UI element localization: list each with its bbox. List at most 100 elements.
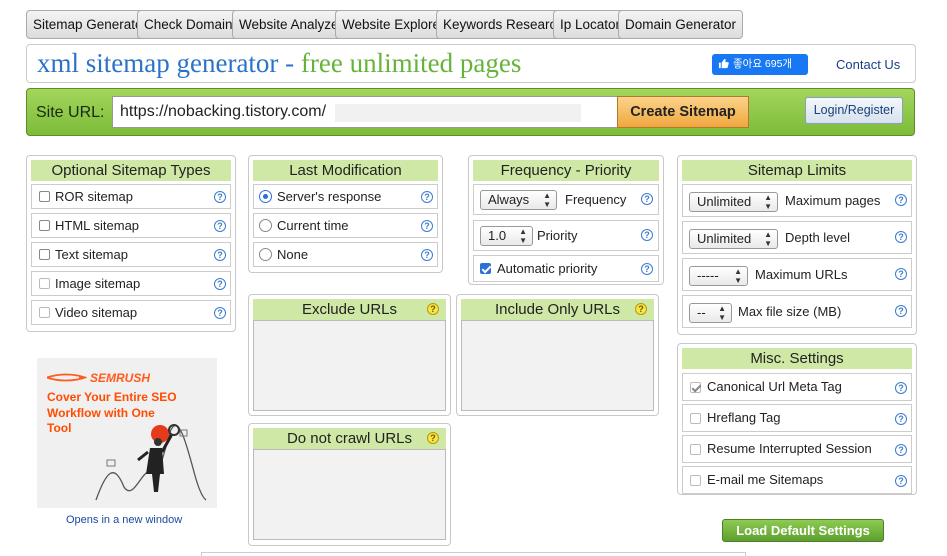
help-icon[interactable]: ? [641, 263, 653, 275]
help-icon[interactable]: ? [214, 191, 226, 203]
image-checkbox[interactable] [39, 278, 50, 289]
exclude-urls-textarea[interactable] [253, 320, 446, 411]
help-icon[interactable]: ? [214, 220, 226, 232]
help-icon[interactable]: ? [895, 382, 907, 394]
server-response-label: Server's response [277, 189, 382, 204]
html-checkbox[interactable] [39, 220, 50, 231]
max-pages-select[interactable]: Unlimited ▲ ▼ [689, 192, 778, 212]
misc-settings-title: Misc. Settings [682, 348, 912, 369]
misc-resume-session[interactable]: Resume Interrupted Session ? [682, 435, 912, 463]
lastmod-server-response[interactable]: Server's response ? [253, 184, 438, 209]
include-only-urls-textarea[interactable] [461, 320, 654, 411]
automatic-priority-row[interactable]: Automatic priority ? [473, 255, 659, 282]
help-icon[interactable]: ? [214, 278, 226, 290]
priority-select[interactable]: 1.0 ▲ ▼ [480, 226, 533, 246]
load-default-settings-button[interactable]: Load Default Settings [722, 519, 884, 542]
create-sitemap-button[interactable]: Create Sitemap [617, 96, 749, 128]
none-radio[interactable] [259, 248, 272, 261]
option-ror-sitemap[interactable]: ROR sitemap ? [31, 184, 231, 209]
tab-check-domains[interactable]: Check Domains [137, 10, 247, 39]
help-icon[interactable]: ? [895, 194, 907, 206]
email-checkbox[interactable] [690, 475, 701, 486]
max-urls-label: Maximum URLs [755, 267, 848, 282]
server-response-radio[interactable] [259, 190, 272, 203]
html-label: HTML sitemap [55, 218, 140, 233]
updown-arrow-icon: ▲ ▼ [764, 193, 772, 211]
frequency-label: Frequency [565, 192, 627, 207]
hreflang-checkbox[interactable] [690, 413, 701, 424]
seo-illustration [95, 424, 207, 501]
optional-types-title: Optional Sitemap Types [31, 160, 231, 181]
max-urls-select[interactable]: ----- ▲ ▼ [689, 266, 748, 286]
site-url-input[interactable]: https://nobacking.tistory.com/ [112, 96, 618, 128]
tab-website-analyzer[interactable]: Website Analyzer [232, 10, 351, 39]
help-icon[interactable]: ? [421, 249, 433, 261]
tab-ip-locator[interactable]: Ip Locator [553, 10, 628, 39]
ror-checkbox[interactable] [39, 191, 50, 202]
last-modification-title: Last Modification [253, 160, 438, 181]
do-not-crawl-title: Do not crawl URLs ? [253, 428, 446, 449]
help-icon[interactable]: ? [214, 249, 226, 261]
max-file-size-select[interactable]: -- ▲ ▼ [689, 303, 732, 323]
frequency-select[interactable]: Always ▲ ▼ [480, 190, 557, 210]
help-icon[interactable]: ? [427, 432, 439, 444]
help-icon[interactable]: ? [635, 303, 647, 315]
help-icon[interactable]: ? [641, 193, 653, 205]
help-icon[interactable]: ? [214, 307, 226, 319]
option-video-sitemap[interactable]: Video sitemap ? [31, 300, 231, 325]
do-not-crawl-textarea[interactable] [253, 449, 446, 540]
tab-domain-generator[interactable]: Domain Generator [618, 10, 744, 39]
current-time-radio[interactable] [259, 219, 272, 232]
help-icon[interactable]: ? [895, 305, 907, 317]
help-icon[interactable]: ? [421, 220, 433, 232]
automatic-priority-checkbox[interactable] [480, 263, 491, 274]
option-image-sitemap[interactable]: Image sitemap ? [31, 271, 231, 296]
exclude-urls-title: Exclude URLs ? [253, 299, 446, 320]
help-icon[interactable]: ? [895, 413, 907, 425]
none-label: None [277, 247, 309, 262]
ad-open-window-link[interactable]: Opens in a new window [66, 514, 182, 526]
exclude-urls-label: Exclude URLs [301, 301, 398, 318]
misc-email-sitemaps[interactable]: E-mail me Sitemaps ? [682, 466, 912, 494]
help-icon[interactable]: ? [895, 268, 907, 280]
contact-us-link[interactable]: Contact Us [836, 57, 900, 72]
lastmod-none[interactable]: None ? [253, 242, 438, 267]
text-checkbox[interactable] [39, 249, 50, 260]
lastmod-current-time[interactable]: Current time ? [253, 213, 438, 238]
text-label: Text sitemap [55, 247, 128, 262]
tab-sitemap-generator[interactable]: Sitemap Generator [26, 10, 155, 39]
video-checkbox[interactable] [39, 307, 50, 318]
canonical-checkbox[interactable] [690, 382, 701, 393]
bottom-panel-edge [201, 552, 746, 556]
help-icon[interactable]: ? [895, 475, 907, 487]
help-icon[interactable]: ? [427, 303, 439, 315]
max-urls-row: ----- ▲ ▼ Maximum URLs ? [682, 258, 912, 291]
login-register-button[interactable]: Login/Register [805, 97, 903, 124]
sitemap-limits-title: Sitemap Limits [682, 160, 912, 181]
help-icon[interactable]: ? [895, 444, 907, 456]
option-html-sitemap[interactable]: HTML sitemap ? [31, 213, 231, 238]
misc-hreflang[interactable]: Hreflang Tag ? [682, 404, 912, 432]
updown-arrow-icon: ▲ ▼ [734, 267, 742, 285]
priority-label: Priority [537, 228, 578, 243]
option-text-sitemap[interactable]: Text sitemap ? [31, 242, 231, 267]
thumbs-up-icon [718, 56, 729, 77]
video-label: Video sitemap [55, 305, 138, 320]
help-icon[interactable]: ? [421, 191, 433, 203]
misc-canonical-url[interactable]: Canonical Url Meta Tag ? [682, 373, 912, 401]
frequency-priority-title: Frequency - Priority [473, 160, 659, 181]
resume-checkbox[interactable] [690, 444, 701, 455]
depth-level-value: Unlimited [697, 231, 752, 246]
page-title: xml sitemap generator - free unlimited p… [37, 48, 521, 79]
tab-keywords-research[interactable]: Keywords Research [436, 10, 571, 39]
max-pages-label: Maximum pages [785, 193, 881, 208]
max-file-size-label: Max file size (MB) [738, 304, 842, 319]
fb-like-count: 좋아요 695개 [733, 58, 793, 70]
facebook-like-button[interactable]: 좋아요 695개 [712, 54, 808, 75]
flame-icon [44, 373, 88, 382]
depth-level-select[interactable]: Unlimited ▲ ▼ [689, 229, 778, 249]
help-icon[interactable]: ? [895, 231, 907, 243]
tab-website-explorer[interactable]: Website Explorer [335, 10, 452, 39]
autofill-highlight [335, 104, 581, 122]
help-icon[interactable]: ? [641, 229, 653, 241]
